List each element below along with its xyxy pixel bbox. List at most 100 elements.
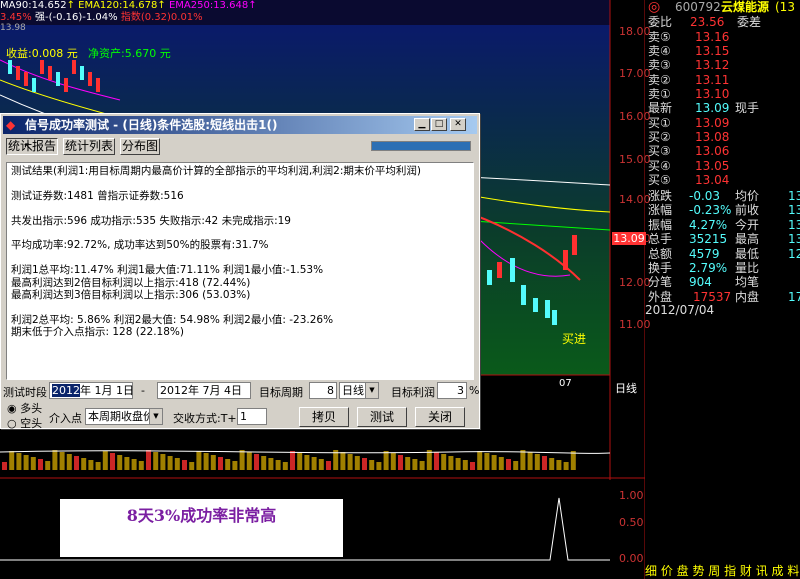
stat-value: 4579 <box>689 246 720 261</box>
volume-bar <box>477 451 483 470</box>
stat-value-2: 13 <box>788 189 800 203</box>
ask-price: 13.16 <box>695 30 730 44</box>
report-text-area[interactable]: 测试结果(利润1:用目标周期内最高价计算的全部指示的平均利润,利润2:期末价平均… <box>6 162 474 380</box>
trade-input[interactable]: 1 <box>237 408 267 425</box>
progress-bar <box>371 141 471 151</box>
lower-axis-mid: 0.50 <box>619 516 644 529</box>
volume-bar <box>261 456 267 470</box>
ema120-value: EMA120:14.678 <box>78 0 158 11</box>
stat-row: 总额 4579 最低 12 <box>645 246 800 261</box>
volume-bar <box>138 461 144 470</box>
close-button[interactable]: 关闭 <box>415 407 465 427</box>
volume-bar <box>246 452 252 470</box>
volume-bar <box>304 455 310 470</box>
radio-short[interactable]: ○ 空头 <box>7 415 42 431</box>
stat-row: 涨幅 -0.23% 前收 13 <box>645 204 800 217</box>
index-value: (0.32)0.01% <box>140 12 203 23</box>
candle <box>545 300 550 318</box>
entry-value: 本周期收盘价 <box>88 410 154 423</box>
stat-label-2: 均价 <box>735 189 760 203</box>
ask-row: 卖④ 13.15 <box>645 45 800 58</box>
volume-bar <box>203 453 209 470</box>
volume-bar <box>182 460 187 470</box>
candle <box>563 250 568 270</box>
volume-bar <box>59 452 65 470</box>
bid-label: 买③ <box>648 144 671 159</box>
weibi-row: 委比 23.56 委差 <box>645 16 800 29</box>
entry-select[interactable]: 本周期收盘价 ▼ <box>85 408 163 425</box>
target-unit-select[interactable]: 日线 ▼ <box>339 382 379 399</box>
volume-bar <box>160 454 166 470</box>
stat-label-2: 量比 <box>735 261 760 275</box>
third-line-value: 13.98 <box>0 23 26 33</box>
candle <box>497 262 502 278</box>
stock-code: 600792 <box>675 0 721 14</box>
start-date-input[interactable]: 2012年 1月 1日 <box>49 382 134 399</box>
stat-label-2: 最高 <box>735 232 760 247</box>
stat-label-2: 均笔 <box>735 275 760 290</box>
volume-bar <box>9 451 15 470</box>
period-label: 测试时段 <box>3 386 47 399</box>
quote-panel: ◎ 600792 云煤能源 (13 委比 23.56 委差 卖⑤ 13.16 卖④ 1… <box>645 0 800 579</box>
stat-value-2: 13 <box>788 217 800 232</box>
tab-list[interactable]: 统计列表 <box>63 138 115 155</box>
stat-label-2: 前收 <box>735 203 760 218</box>
volume-bar <box>2 462 7 470</box>
volume-bar <box>570 451 576 470</box>
report-line <box>11 227 469 239</box>
volume-bar <box>290 451 295 470</box>
volume-bar <box>218 457 223 470</box>
stat-value-2: 13 <box>788 232 800 247</box>
stat-row: 涨跌 -0.03 均价 13 <box>645 190 800 203</box>
stat-value: 904 <box>689 275 712 290</box>
signal-test-dialog: 信号成功率测试 - (日线)条件选股:短线出击1() ◆ ▁ □ ✕ 统计报告 … <box>0 113 480 431</box>
qiang-label: 强 <box>34 12 45 23</box>
candle <box>96 78 100 92</box>
candle <box>32 78 36 92</box>
ask-label: 卖② <box>648 72 671 87</box>
radio-long[interactable]: ◉ 多头 <box>7 400 42 416</box>
volume-bar <box>38 459 43 470</box>
end-date-input[interactable]: 2012年 7月 4日 <box>157 382 251 399</box>
candle <box>552 310 557 325</box>
report-line <box>11 177 469 189</box>
volume-bar <box>81 458 87 470</box>
minimize-icon[interactable]: ▁ <box>414 118 430 131</box>
candle <box>72 60 76 74</box>
volume-bar <box>520 450 526 470</box>
volume-bar <box>347 454 353 470</box>
volume-bar <box>434 452 439 470</box>
volume-bar <box>426 450 432 470</box>
dialog-title: 信号成功率测试 - (日线)条件选股:短线出击1() <box>3 116 477 134</box>
target-unit-value: 日线 <box>342 384 364 397</box>
volume-bar <box>23 455 29 470</box>
index-label: 指数 <box>120 12 141 23</box>
volume-bar <box>131 459 137 470</box>
candle <box>533 298 538 312</box>
volume-bar <box>16 453 22 470</box>
target-profit-label: 目标利润 <box>391 386 435 399</box>
target-profit-input[interactable]: 3 <box>437 382 467 399</box>
bid-price: 13.08 <box>695 130 730 145</box>
test-button[interactable]: 测试 <box>357 407 407 427</box>
candle <box>521 285 526 305</box>
stat-value: 2.79% <box>689 261 728 275</box>
bottom-tabs[interactable]: 细 价 盘 势 周 指 财 讯 成 料 <box>645 565 800 578</box>
maximize-icon[interactable]: □ <box>431 118 447 131</box>
volume-bar <box>318 459 324 470</box>
start-date-rest: 年 1月 1日 <box>80 384 134 397</box>
candle <box>56 72 60 86</box>
volume-bar <box>95 462 101 470</box>
stat-value-2: 12 <box>788 246 800 261</box>
volume-bar <box>506 459 511 470</box>
inner-label: 内盘 <box>735 290 760 304</box>
copy-button[interactable]: 拷贝 <box>299 407 349 427</box>
bid-row: 买⑤ 13.04 <box>645 173 800 187</box>
volume-bar <box>88 460 94 470</box>
volume-bar <box>275 460 281 470</box>
target-period-input[interactable]: 8 <box>309 382 337 399</box>
ma-indicator-line: MA90:14.652↑ EMA120:14.678↑ EMA250:13.64… <box>0 0 257 12</box>
tab-distribution[interactable]: 分布图 <box>120 138 160 155</box>
net-asset-label: 净资产:5.670 元 <box>88 47 171 60</box>
close-icon[interactable]: ✕ <box>450 118 466 131</box>
